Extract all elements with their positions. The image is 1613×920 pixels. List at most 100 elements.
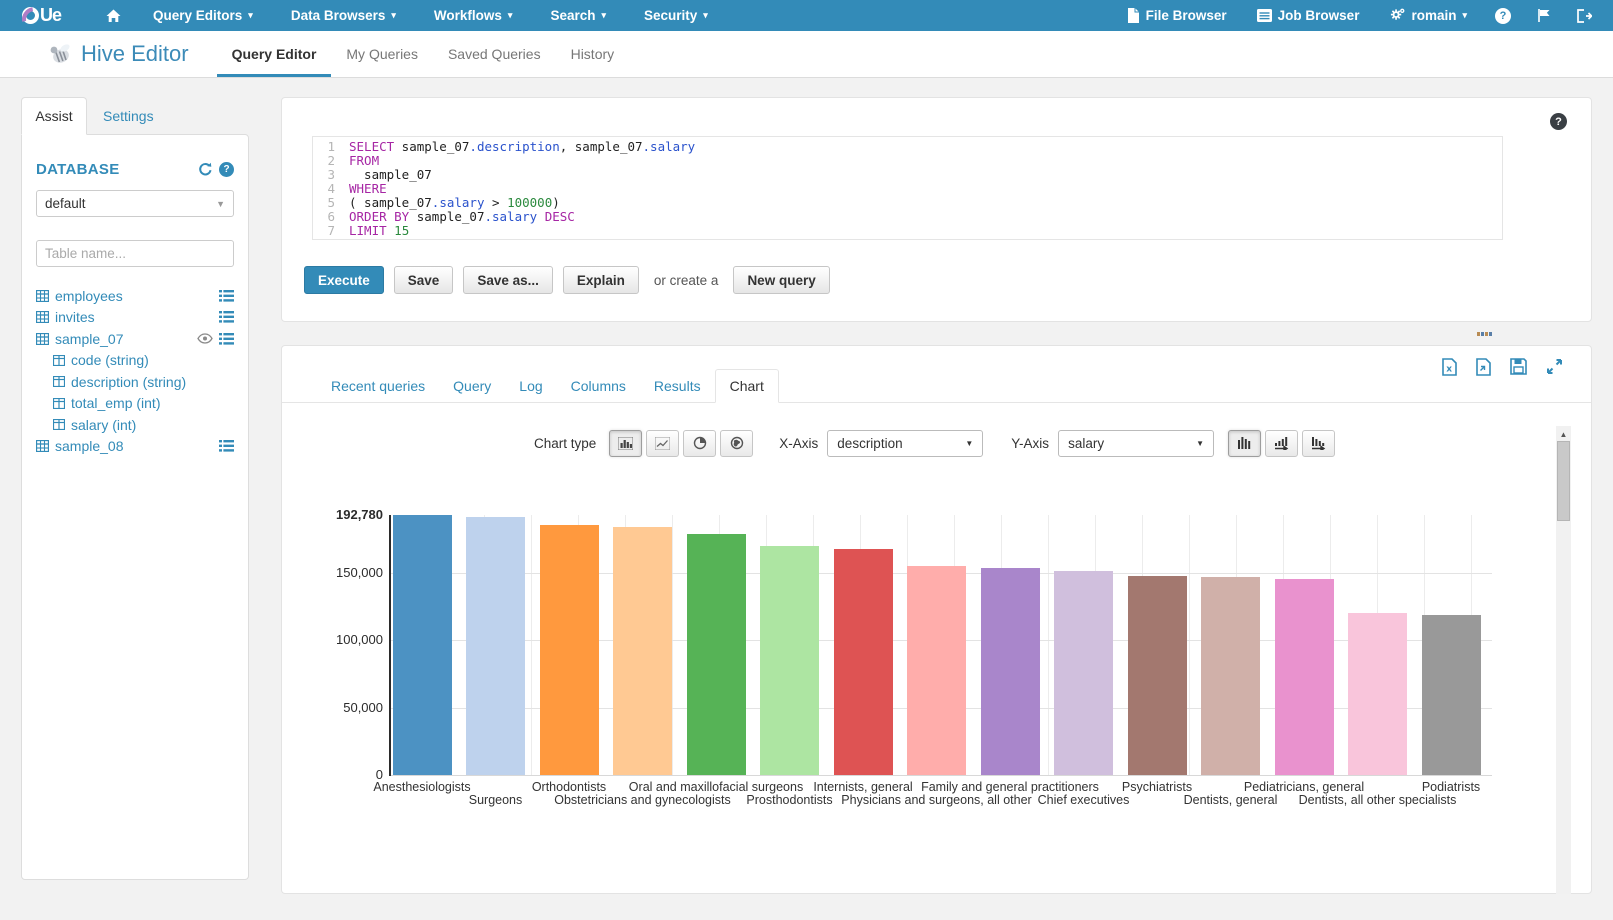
menu-search[interactable]: Search▾: [531, 0, 625, 31]
save-result-icon[interactable]: [1510, 358, 1527, 376]
y-tick-label: 100,000: [282, 632, 383, 647]
pie-chart-icon[interactable]: [683, 430, 716, 457]
chevron-down-icon: ▾: [391, 11, 396, 20]
x-tick-label: Dentists, general: [1184, 793, 1278, 807]
header-tabs: Query Editor My Queries Saved Queries Hi…: [217, 31, 630, 77]
editor-actions: Execute Save Save as... Explain or creat…: [304, 266, 830, 294]
execute-button[interactable]: Execute: [304, 266, 384, 294]
new-query-button[interactable]: New query: [733, 266, 829, 294]
sql-code[interactable]: SELECT sample_07.description, sample_07.…: [340, 137, 695, 239]
tab-log[interactable]: Log: [505, 369, 556, 403]
table-row[interactable]: sample_08: [36, 436, 234, 458]
user-menu[interactable]: romain ▾: [1374, 0, 1482, 31]
bar[interactable]: [1422, 615, 1481, 775]
map-chart-icon[interactable]: [720, 430, 753, 457]
tab-query-editor[interactable]: Query Editor: [217, 31, 332, 77]
file-browser-link[interactable]: File Browser: [1112, 0, 1242, 31]
bar[interactable]: [466, 517, 525, 775]
bar[interactable]: [1275, 579, 1334, 775]
feedback-button[interactable]: [1524, 0, 1564, 31]
menu-security[interactable]: Security▾: [625, 0, 727, 31]
browse-data-icon[interactable]: [219, 440, 234, 452]
save-as-button[interactable]: Save as...: [463, 266, 553, 294]
bar[interactable]: [760, 546, 819, 775]
help-button[interactable]: ?: [1482, 0, 1524, 31]
panel-resize-handle[interactable]: [1477, 332, 1492, 336]
bar[interactable]: [981, 568, 1040, 775]
column-row[interactable]: code (string): [36, 350, 234, 372]
bar[interactable]: [393, 515, 452, 775]
bar[interactable]: [1201, 577, 1260, 775]
chevron-down-icon: ▾: [248, 11, 253, 20]
save-button[interactable]: Save: [394, 266, 454, 294]
chart-type-group: [609, 430, 753, 457]
sort-ascending-icon[interactable]: [1265, 430, 1298, 457]
database-select[interactable]: default ▼: [36, 190, 234, 217]
bar[interactable]: [687, 534, 746, 775]
chevron-down-icon: ▾: [601, 11, 606, 20]
eye-icon[interactable]: [197, 333, 213, 344]
bar[interactable]: [907, 566, 966, 775]
bar[interactable]: [1348, 613, 1407, 775]
home-icon[interactable]: [105, 8, 122, 24]
y-axis-select[interactable]: salary ▼: [1058, 430, 1214, 457]
tab-saved-queries[interactable]: Saved Queries: [433, 31, 556, 77]
column-icon: [53, 398, 65, 409]
bar[interactable]: [834, 549, 893, 775]
tab-my-queries[interactable]: My Queries: [331, 31, 433, 77]
logout-button[interactable]: [1564, 0, 1605, 31]
bar[interactable]: [1128, 576, 1187, 775]
browse-data-icon[interactable]: [219, 311, 234, 323]
chart-type-label: Chart type: [534, 436, 596, 451]
database-help-icon[interactable]: ?: [219, 162, 234, 177]
x-tick-label: Obstetricians and gynecologists: [554, 793, 730, 807]
bar[interactable]: [613, 527, 672, 775]
table-filter-input[interactable]: [36, 240, 234, 267]
column-row[interactable]: salary (int): [36, 414, 234, 436]
export-csv-icon[interactable]: [1476, 358, 1491, 376]
results-scrollbar[interactable]: ▲: [1556, 426, 1571, 894]
tab-history[interactable]: History: [556, 31, 630, 77]
sort-none-icon[interactable]: [1228, 430, 1261, 457]
browse-data-icon[interactable]: [219, 290, 234, 302]
tab-recent-queries[interactable]: Recent queries: [317, 369, 439, 403]
scroll-up-arrow[interactable]: ▲: [1556, 430, 1571, 439]
line-chart-icon[interactable]: [646, 430, 679, 457]
export-excel-icon[interactable]: x: [1442, 358, 1457, 376]
column-row[interactable]: total_emp (int): [36, 393, 234, 415]
tab-columns[interactable]: Columns: [557, 369, 640, 403]
sort-descending-icon[interactable]: [1302, 430, 1335, 457]
tab-settings[interactable]: Settings: [87, 97, 170, 135]
table-row[interactable]: invites: [36, 307, 234, 329]
x-axis-select[interactable]: description ▼: [827, 430, 983, 457]
x-axis-baseline: [391, 775, 1492, 776]
bar[interactable]: [1054, 571, 1113, 775]
menu-query-editors[interactable]: Query Editors▾: [134, 0, 272, 31]
or-create-text: or create a: [654, 273, 719, 288]
tab-assist[interactable]: Assist: [21, 97, 87, 135]
column-row[interactable]: description (string): [36, 371, 234, 393]
tab-results[interactable]: Results: [640, 369, 715, 403]
tab-query[interactable]: Query: [439, 369, 505, 403]
editor-help-icon[interactable]: ?: [1550, 113, 1567, 130]
menu-data-browsers[interactable]: Data Browsers▾: [272, 0, 415, 31]
hue-logo[interactable]: Ue: [22, 5, 61, 26]
y-tick-label: 0: [282, 767, 383, 782]
results-panel: x Recent queries Query Log Columns Resul…: [281, 345, 1592, 894]
browse-data-icon[interactable]: [219, 333, 234, 345]
x-tick-label: Prosthodontists: [746, 793, 832, 807]
tab-chart[interactable]: Chart: [715, 369, 779, 403]
sql-editor[interactable]: 1234567 SELECT sample_07.description, sa…: [312, 136, 1503, 240]
menu-workflows[interactable]: Workflows▾: [415, 0, 532, 31]
job-browser-link[interactable]: Job Browser: [1242, 0, 1375, 31]
x-tick-label: Internists, general: [813, 780, 912, 794]
expand-icon[interactable]: [1546, 358, 1563, 376]
explain-button[interactable]: Explain: [563, 266, 639, 294]
scrollbar-thumb[interactable]: [1557, 441, 1570, 521]
bar-chart-icon[interactable]: [609, 430, 642, 457]
table-row[interactable]: employees: [36, 285, 234, 307]
table-row[interactable]: sample_07: [36, 328, 234, 350]
bar[interactable]: [540, 525, 599, 775]
chevron-down-icon: ▾: [703, 11, 708, 20]
refresh-icon[interactable]: [198, 162, 213, 177]
